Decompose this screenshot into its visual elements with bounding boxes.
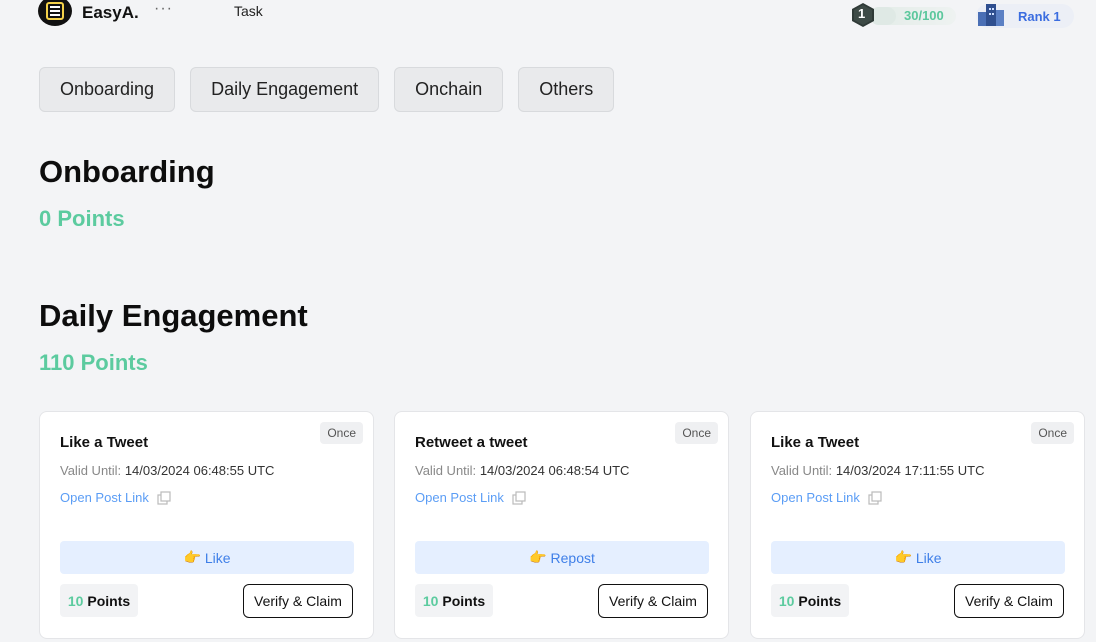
task-points-number: 10 — [422, 592, 439, 609]
task-points: 10 Points — [771, 584, 849, 617]
tab-onchain[interactable]: Onchain — [394, 67, 504, 112]
like-action-button[interactable]: 👉 Like — [60, 541, 354, 574]
task-points-label: Points — [798, 592, 842, 609]
verify-claim-button[interactable]: Verify & Claim — [598, 584, 708, 618]
open-post-link[interactable]: Open Post Link — [771, 490, 882, 505]
open-post-link-label: Open Post Link — [771, 490, 860, 505]
external-link-icon — [512, 490, 526, 505]
valid-until-value: 14/03/2024 06:48:55 UTC — [124, 463, 275, 478]
valid-until-label: Valid Until: — [771, 463, 833, 478]
action-label: Repost — [550, 549, 595, 566]
task-points: 10 Points — [60, 584, 138, 617]
task-points-number: 10 — [778, 592, 795, 609]
pointing-hand-icon: 👉 — [183, 549, 201, 565]
open-post-link-label: Open Post Link — [60, 490, 149, 505]
frequency-badge: Once — [320, 422, 363, 444]
valid-until: Valid Until: 14/03/2024 06:48:55 UTC — [60, 463, 274, 478]
brand-name[interactable]: EasyA. — [82, 3, 139, 23]
task-title: Like a Tweet — [771, 434, 860, 451]
section-title-onboarding: Onboarding — [39, 154, 215, 189]
task-title: Retweet a tweet — [415, 434, 528, 451]
pointing-hand-icon: 👉 — [529, 549, 547, 565]
action-label: Like — [915, 549, 942, 566]
verify-claim-button[interactable]: Verify & Claim — [954, 584, 1064, 618]
section-title-daily-engagement: Daily Engagement — [39, 298, 308, 333]
easya-logo-icon[interactable] — [38, 0, 72, 26]
frequency-badge: Once — [1031, 422, 1074, 444]
nav-item-task[interactable]: Task — [234, 3, 263, 19]
task-card: Once Like a Tweet Valid Until: 14/03/202… — [39, 411, 374, 639]
task-card: Once Like a Tweet Valid Until: 14/03/202… — [750, 411, 1085, 639]
open-post-link[interactable]: Open Post Link — [415, 490, 526, 505]
like-action-button[interactable]: 👉 Like — [771, 541, 1065, 574]
repost-action-button[interactable]: 👉 Repost — [415, 541, 709, 574]
task-points: 10 Points — [415, 584, 493, 617]
valid-until: Valid Until: 14/03/2024 06:48:54 UTC — [415, 463, 629, 478]
task-points-number: 10 — [67, 592, 84, 609]
task-points-label: Points — [442, 592, 486, 609]
verify-claim-button[interactable]: Verify & Claim — [243, 584, 353, 618]
tab-daily-engagement[interactable]: Daily Engagement — [190, 67, 380, 112]
valid-until-label: Valid Until: — [415, 463, 477, 478]
rank-badge[interactable]: Rank 1 — [976, 4, 1074, 28]
top-bar: EasyA. ··· Task 1 30/100 Rank 1 — [0, 0, 1096, 30]
section-points-daily-engagement: 110 Points — [39, 350, 148, 375]
external-link-icon — [157, 490, 171, 505]
more-menu-icon[interactable]: ··· — [154, 0, 173, 18]
tab-onboarding[interactable]: Onboarding — [39, 67, 176, 112]
action-label: Like — [204, 549, 231, 566]
external-link-icon — [868, 490, 882, 505]
task-title: Like a Tweet — [60, 434, 149, 451]
open-post-link-label: Open Post Link — [415, 490, 504, 505]
building-rank-icon — [978, 4, 1004, 26]
valid-until: Valid Until: 14/03/2024 17:11:55 UTC — [771, 463, 984, 478]
tab-others[interactable]: Others — [518, 67, 615, 112]
valid-until-label: Valid Until: — [60, 463, 122, 478]
level-progress-text: 30/100 — [904, 8, 944, 23]
category-tabs: Onboarding Daily Engagement Onchain Othe… — [39, 67, 615, 112]
level-progress[interactable]: 1 30/100 — [850, 2, 956, 28]
rank-label: Rank 1 — [1018, 9, 1061, 24]
task-card: Once Retweet a tweet Valid Until: 14/03/… — [394, 411, 729, 639]
valid-until-value: 14/03/2024 17:11:55 UTC — [835, 463, 985, 478]
open-post-link[interactable]: Open Post Link — [60, 490, 171, 505]
section-points-onboarding: 0 Points — [39, 206, 125, 231]
pointing-hand-icon: 👉 — [894, 549, 912, 565]
valid-until-value: 14/03/2024 06:48:54 UTC — [479, 463, 630, 478]
task-points-label: Points — [87, 592, 131, 609]
frequency-badge: Once — [675, 422, 718, 444]
level-number: 1 — [858, 6, 866, 21]
